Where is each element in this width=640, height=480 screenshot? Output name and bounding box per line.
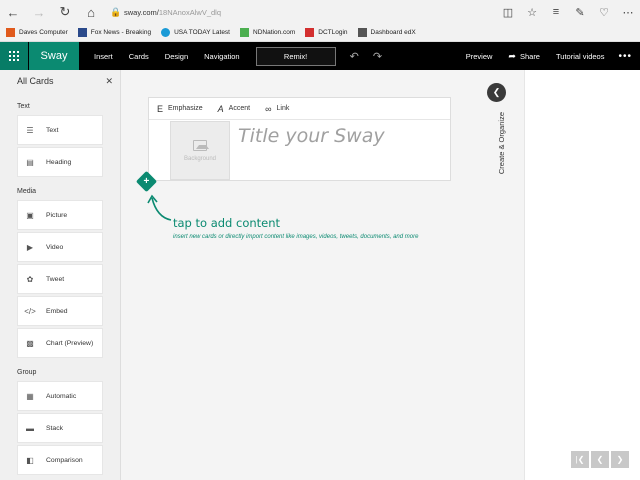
panel-title: All Cards <box>17 76 54 86</box>
next-page-icon[interactable]: ❯ <box>611 451 629 468</box>
cards-panel: All Cards ✕ Text ☰ Text ▤ Heading Media ▣ P… <box>0 70 121 480</box>
lines-icon: ☰ <box>26 125 34 135</box>
close-icon[interactable]: ✕ <box>105 76 113 87</box>
reading-view-icon[interactable]: ◫ <box>496 0 520 24</box>
share-page-icon[interactable]: ♡ <box>592 0 616 24</box>
favorite-item[interactable]: USA TODAY Latest <box>161 28 230 37</box>
card-heading[interactable]: ▤ Heading <box>17 147 103 177</box>
card-stack[interactable]: ▬ Stack <box>17 413 103 443</box>
pager-controls: |❮ ❮ ❯ <box>571 451 631 468</box>
video-icon: ▶ <box>26 242 34 252</box>
web-note-icon[interactable]: ✎ <box>568 0 592 24</box>
menu-design[interactable]: Design <box>165 52 188 61</box>
first-page-icon[interactable]: |❮ <box>571 451 589 468</box>
card-embed[interactable]: </> Embed <box>17 296 103 326</box>
favorite-star-icon[interactable]: ☆ <box>520 0 544 24</box>
favorite-item[interactable]: DCTLogin <box>305 28 348 37</box>
app-launcher-icon[interactable] <box>0 42 28 70</box>
card-toolbar: E Emphasize A Accent ∞ Link <box>149 98 450 120</box>
favorite-item[interactable]: Dashboard edX <box>357 28 416 37</box>
hint-arrow-icon <box>147 194 172 221</box>
menu-insert[interactable]: Insert <box>94 52 113 61</box>
image-icon <box>193 139 209 151</box>
card-text[interactable]: ☰ Text <box>17 115 103 145</box>
heading-icon: ▤ <box>26 157 34 167</box>
browser-address-bar: ← → ↻ ⌂ 🔒 sway.com/18NAnoxAlwV_dlq ◫ ☆ ≡… <box>0 0 640 24</box>
link-button[interactable]: ∞ Link <box>265 104 289 114</box>
section-heading: Text <box>17 103 30 110</box>
favorite-item[interactable]: Fox News - Breaking <box>77 28 151 37</box>
favorite-item[interactable]: Daves Computer <box>6 28 68 37</box>
share-button[interactable]: ➦ Share <box>508 51 540 62</box>
menu-cards[interactable]: Cards <box>129 52 149 61</box>
accent-button[interactable]: A Accent <box>218 104 250 114</box>
share-icon: ➦ <box>508 50 516 61</box>
preview-area <box>524 70 640 480</box>
refresh-icon[interactable]: ↻ <box>52 0 78 24</box>
favicon-icon <box>305 28 315 37</box>
create-organize-label[interactable]: Create & Organize <box>497 112 506 174</box>
emphasize-button[interactable]: E Emphasize <box>157 104 203 114</box>
forward-arrow-icon[interactable]: → <box>26 0 52 24</box>
background-label: Background <box>183 155 217 162</box>
preview-button[interactable]: Preview <box>466 52 493 61</box>
redo-icon[interactable]: ↷ <box>373 50 382 63</box>
previous-page-icon[interactable]: ❮ <box>591 451 609 468</box>
hint-title: tap to add content <box>173 216 281 230</box>
more-icon[interactable]: ⋯ <box>616 0 640 24</box>
storyline-canvas: E Emphasize A Accent ∞ Link Background Titl… <box>121 70 524 480</box>
plus-icon: + <box>143 175 150 187</box>
picture-icon: ▣ <box>26 210 34 220</box>
stack-icon: ▬ <box>26 423 34 433</box>
card-tweet[interactable]: ✿ Tweet <box>17 264 103 294</box>
home-icon[interactable]: ⌂ <box>78 0 104 24</box>
chart-icon: ▩ <box>26 338 34 348</box>
link-icon: ∞ <box>265 103 272 114</box>
card-picture[interactable]: ▣ Picture <box>17 200 103 230</box>
url-field[interactable]: 🔒 sway.com/18NAnoxAlwV_dlq <box>110 0 496 24</box>
title-card[interactable]: E Emphasize A Accent ∞ Link Background Titl… <box>148 97 451 181</box>
undo-icon[interactable]: ↶ <box>350 50 359 63</box>
tutorial-videos-button[interactable]: Tutorial videos <box>556 52 605 61</box>
hub-icon[interactable]: ≡ <box>544 0 568 24</box>
more-options-icon[interactable]: ••• <box>618 51 632 62</box>
url-host: sway.com/ <box>124 7 159 17</box>
favicon-icon <box>357 28 367 37</box>
chevron-left-icon[interactable]: ❮ <box>487 83 506 102</box>
back-arrow-icon[interactable]: ← <box>0 0 26 24</box>
sway-header: Sway Insert Cards Design Navigation Remi… <box>0 42 640 70</box>
accent-icon: A <box>217 103 224 114</box>
favicon-icon <box>161 28 171 37</box>
favicon-icon <box>77 28 87 37</box>
remix-button[interactable]: Remix! <box>255 46 336 66</box>
favorites-bar: Daves Computer Fox News - Breaking USA T… <box>0 24 640 42</box>
background-image-placeholder[interactable]: Background <box>170 121 230 180</box>
section-heading: Media <box>17 188 37 195</box>
code-icon: </> <box>24 306 36 316</box>
automatic-icon: ▦ <box>26 391 34 401</box>
lock-icon: 🔒 <box>110 6 122 17</box>
card-comparison[interactable]: ◧ Comparison <box>17 445 103 475</box>
comparison-icon: ◧ <box>26 455 34 465</box>
hint-subtitle: insert new cards or directly import cont… <box>173 234 419 240</box>
url-path: 18NAnoxAlwV_dlq <box>158 7 221 17</box>
favorite-item[interactable]: NDNation.com <box>240 28 295 37</box>
twitter-icon: ✿ <box>26 274 34 284</box>
card-video[interactable]: ▶ Video <box>17 232 103 262</box>
card-chart[interactable]: ▩ Chart (Preview) <box>17 328 103 358</box>
favicon-icon <box>240 28 249 37</box>
emphasize-icon: E <box>157 103 164 114</box>
menu-navigation[interactable]: Navigation <box>204 52 239 61</box>
card-automatic[interactable]: ▦ Automatic <box>17 381 103 411</box>
sway-brand[interactable]: Sway <box>29 42 79 70</box>
title-input[interactable]: Title your Sway <box>238 125 385 147</box>
section-heading: Group <box>17 369 37 376</box>
favicon-icon <box>6 28 15 37</box>
